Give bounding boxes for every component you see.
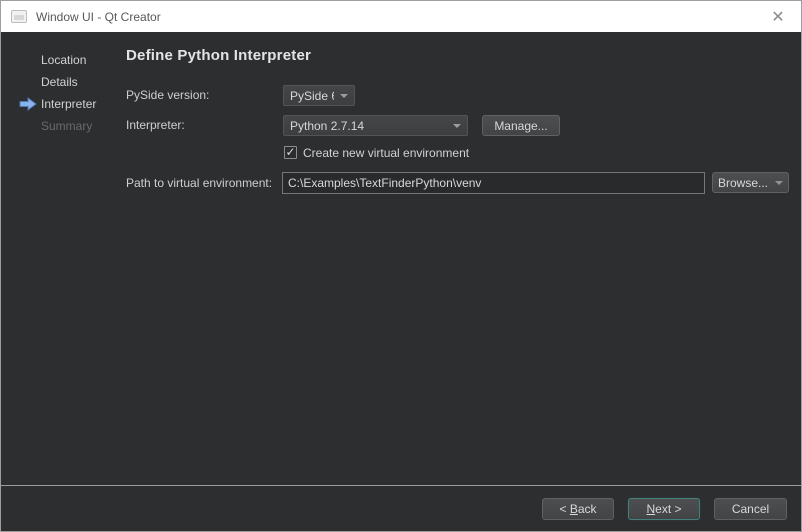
sidebar-item-location[interactable]: Location: [41, 52, 86, 68]
chevron-down-icon: [453, 124, 461, 128]
chevron-down-icon: [775, 181, 783, 185]
manage-button[interactable]: Manage...: [482, 115, 560, 136]
sidebar-item-details[interactable]: Details: [41, 74, 78, 90]
cancel-button-label: Cancel: [732, 502, 769, 516]
interpreter-value: Python 2.7.14: [290, 119, 447, 133]
check-icon: ✓: [285, 147, 295, 158]
page-title: Define Python Interpreter: [126, 47, 311, 64]
window-title: Window UI - Qt Creator: [36, 10, 161, 24]
current-step-arrow-icon: [19, 97, 37, 111]
pyside-version-label: PySide version:: [126, 85, 209, 106]
window-icon: [11, 10, 27, 23]
next-button-label: Next >: [646, 502, 681, 516]
browse-button[interactable]: Browse...: [712, 172, 789, 193]
venv-path-input[interactable]: [282, 172, 705, 194]
venv-checkbox[interactable]: ✓: [284, 146, 297, 159]
sidebar-item-summary: Summary: [41, 118, 92, 134]
next-button[interactable]: Next >: [628, 498, 700, 520]
sidebar-item-interpreter[interactable]: Interpreter: [41, 96, 96, 112]
pyside-version-value: PySide 6: [290, 89, 334, 103]
pyside-version-select[interactable]: PySide 6: [283, 85, 355, 106]
interpreter-select[interactable]: Python 2.7.14: [283, 115, 468, 136]
venv-path-label: Path to virtual environment:: [126, 172, 272, 194]
cancel-button[interactable]: Cancel: [714, 498, 787, 520]
back-button[interactable]: < Back: [542, 498, 614, 520]
venv-checkbox-row[interactable]: ✓ Create new virtual environment: [284, 145, 469, 160]
browse-button-label: Browse...: [718, 176, 768, 190]
close-icon[interactable]: ✕: [765, 1, 791, 32]
wizard-window: Window UI - Qt Creator ✕ Location Detail…: [0, 0, 802, 532]
venv-checkbox-label: Create new virtual environment: [303, 146, 469, 160]
chevron-down-icon: [340, 94, 348, 98]
manage-button-label: Manage...: [494, 119, 547, 133]
interpreter-label: Interpreter:: [126, 115, 185, 136]
wizard-content: Location Details Interpreter Summary Def…: [1, 32, 801, 531]
titlebar: Window UI - Qt Creator ✕: [1, 1, 801, 32]
footer-divider: [1, 485, 801, 486]
back-button-label: < Back: [559, 502, 596, 516]
